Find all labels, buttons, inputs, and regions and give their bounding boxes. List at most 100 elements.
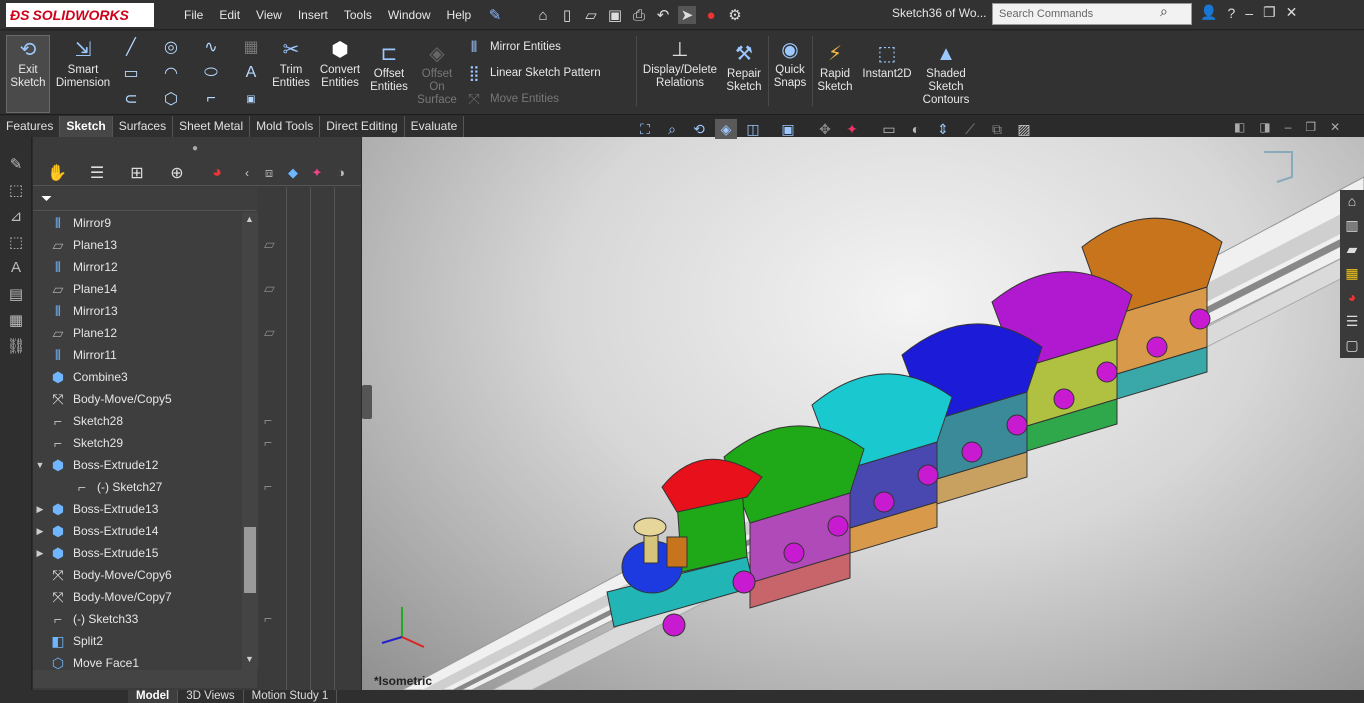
scroll-up-icon[interactable]: ▲ bbox=[245, 214, 254, 224]
section-view-icon[interactable]: ◈ bbox=[715, 119, 737, 139]
search-icon[interactable]: ⌕ bbox=[1160, 3, 1168, 20]
close-icon[interactable]: ✕ bbox=[1286, 4, 1298, 21]
horizontal-scrollbar[interactable] bbox=[33, 670, 257, 688]
forum-icon[interactable]: ▢ bbox=[1340, 334, 1364, 358]
measure-icon[interactable]: ⟋ bbox=[959, 119, 981, 139]
new-document-icon[interactable]: ▯ bbox=[558, 6, 576, 24]
help-icon[interactable]: ? bbox=[1227, 5, 1235, 21]
tab-sheet-metal[interactable]: Sheet Metal bbox=[173, 116, 251, 137]
tree-scrollbar[interactable]: ▲ ▼ bbox=[242, 212, 258, 670]
tab-model[interactable]: Model bbox=[128, 690, 179, 703]
move-icon[interactable]: ⇕ bbox=[932, 119, 954, 139]
custom-properties-icon[interactable]: ☰ bbox=[1340, 310, 1364, 334]
dimxpert-tab-icon[interactable]: ⊕ bbox=[157, 160, 197, 186]
appearances-icon[interactable]: ◕ bbox=[1340, 286, 1364, 310]
tree-item[interactable]: ▼ ⬢ Boss-Extrude12 bbox=[33, 454, 243, 476]
tree-item[interactable]: ⬢ Combine3 bbox=[33, 366, 243, 388]
rapid-sketch-button[interactable]: ⚡ Rapid Sketch bbox=[814, 42, 856, 94]
traffic-light-icon[interactable]: ● bbox=[702, 6, 720, 24]
text-icon[interactable]: A bbox=[240, 63, 262, 83]
collapse-arrow-icon[interactable]: ‹ bbox=[237, 160, 257, 186]
viewport-close-icon[interactable]: ✕ bbox=[1330, 120, 1340, 134]
appearance-icon[interactable]: ✦ bbox=[305, 160, 329, 186]
tree-item[interactable]: ⫴ Mirror13 bbox=[33, 300, 243, 322]
menu-view[interactable]: View bbox=[248, 8, 290, 22]
view-settings-icon[interactable]: ◐ bbox=[905, 119, 927, 139]
panel-handle[interactable]: ● bbox=[192, 143, 198, 154]
tree-item[interactable]: ▱ Plane14 bbox=[33, 278, 243, 300]
tree-item[interactable]: ⌐ Sketch29 bbox=[33, 432, 243, 454]
text-tool-icon[interactable]: A bbox=[0, 255, 32, 281]
tree-item[interactable]: ▶ ⬢ Boss-Extrude14 bbox=[33, 520, 243, 542]
polygon-icon[interactable]: ⬡ bbox=[160, 89, 182, 109]
offset-on-surface-button[interactable]: ◈ Offset On Surface bbox=[414, 42, 460, 107]
convert-entities-button[interactable]: ⬢ Convert Entities bbox=[316, 38, 364, 90]
user-icon[interactable]: 👤 bbox=[1200, 4, 1217, 21]
menu-edit[interactable]: Edit bbox=[211, 8, 248, 22]
grid-icon[interactable]: ▦ bbox=[0, 307, 32, 333]
file-explorer-icon[interactable]: ▰ bbox=[1340, 238, 1364, 262]
tree-item[interactable]: ⌐ Sketch28 bbox=[33, 410, 243, 432]
tab-surfaces[interactable]: Surfaces bbox=[112, 116, 174, 137]
tree-item[interactable]: ⤧ Body-Move/Copy7 bbox=[33, 586, 243, 608]
solidworks-logo[interactable]: ƉS SOLIDWORKS bbox=[6, 3, 154, 27]
tree-item[interactable]: ⤧ Body-Move/Copy5 bbox=[33, 388, 243, 410]
previous-view-icon[interactable]: ⟲ bbox=[688, 119, 710, 139]
repair-sketch-button[interactable]: ⚒ Repair Sketch bbox=[722, 42, 766, 94]
tree-item[interactable]: ⤧ Body-Move/Copy6 bbox=[33, 564, 243, 586]
tab-motion-study[interactable]: Motion Study 1 bbox=[244, 690, 338, 703]
property-manager-tab-icon[interactable]: ☰ bbox=[77, 160, 117, 186]
graphics-area[interactable] bbox=[362, 137, 1364, 690]
spline-icon[interactable]: ∿ bbox=[200, 37, 222, 57]
scroll-down-icon[interactable]: ▼ bbox=[245, 654, 254, 664]
zoom-to-area-icon[interactable]: ⌕ bbox=[661, 119, 683, 139]
menu-insert[interactable]: Insert bbox=[290, 8, 336, 22]
tab-direct-editing[interactable]: Direct Editing bbox=[320, 116, 405, 137]
surface-spline-icon[interactable]: ▦ bbox=[240, 37, 262, 57]
save-icon[interactable]: ▣ bbox=[606, 6, 624, 24]
scene-icon[interactable]: ◑ bbox=[329, 160, 353, 186]
select-icon[interactable]: ➤ bbox=[678, 6, 696, 24]
tree-item[interactable]: ▱ Plane13 bbox=[33, 234, 243, 256]
tree-item[interactable]: ▱ Plane12 bbox=[33, 322, 243, 344]
viewport-restore-icon[interactable]: ❐ bbox=[1305, 120, 1316, 134]
tab-evaluate[interactable]: Evaluate bbox=[404, 116, 465, 137]
display-manager-tab-icon[interactable]: ◕ bbox=[197, 160, 237, 186]
exit-sketch-button[interactable]: ⟲ Exit Sketch bbox=[8, 38, 48, 90]
hide-items-icon[interactable]: ✥ bbox=[814, 119, 836, 139]
fix-icon[interactable]: ⬚ bbox=[0, 229, 32, 255]
tab-3d-views[interactable]: 3D Views bbox=[178, 690, 244, 703]
relations-tool-icon[interactable]: ⊿ bbox=[0, 203, 32, 229]
block-icon[interactable]: ▤ bbox=[0, 281, 32, 307]
hide-show-icon[interactable]: ⧈ bbox=[257, 160, 281, 186]
menu-file[interactable]: File bbox=[176, 8, 211, 22]
tree-filter-bar[interactable]: ⏷ bbox=[33, 187, 257, 211]
tree-item[interactable]: ⫴ Mirror9 bbox=[33, 212, 243, 234]
design-library-icon[interactable]: ▥ bbox=[1340, 214, 1364, 238]
minimize-icon[interactable]: – bbox=[1245, 5, 1253, 21]
dimension-tool-icon[interactable]: ⬚ bbox=[0, 177, 32, 203]
tree-item[interactable]: ⫴ Mirror11 bbox=[33, 344, 243, 366]
scrollbar-thumb[interactable] bbox=[244, 527, 256, 593]
quick-snaps-button[interactable]: ◉ Quick Snaps bbox=[770, 38, 810, 90]
line-icon[interactable]: ╱ bbox=[120, 37, 142, 57]
tile-right-icon[interactable]: ◨ bbox=[1259, 120, 1270, 134]
offset-entities-button[interactable]: ⊏ Offset Entities bbox=[366, 42, 412, 94]
edit-appearance-icon[interactable]: ✦ bbox=[841, 119, 863, 139]
undo-icon[interactable]: ↶ bbox=[654, 6, 672, 24]
slot-icon[interactable]: ⊂ bbox=[120, 89, 142, 109]
tree-item[interactable]: ⫴ Mirror12 bbox=[33, 256, 243, 278]
filter-icon[interactable]: ⏷ bbox=[41, 190, 52, 207]
apply-scene-icon[interactable]: ▭ bbox=[878, 119, 900, 139]
home-icon[interactable]: ⌂ bbox=[534, 6, 552, 24]
zoom-to-fit-icon[interactable]: ⛶ bbox=[634, 119, 656, 139]
point-icon[interactable]: ▣ bbox=[240, 89, 262, 109]
tree-item[interactable]: ⌐ (-) Sketch33 bbox=[33, 608, 243, 630]
view-orientation-icon[interactable]: ◫ bbox=[742, 119, 764, 139]
shaded-sketch-contours-button[interactable]: ▲ Shaded Sketch Contours bbox=[918, 42, 974, 107]
linear-sketch-pattern-button[interactable]: ⣿ Linear Sketch Pattern bbox=[464, 64, 601, 82]
tab-mold-tools[interactable]: Mold Tools bbox=[250, 116, 321, 137]
instant2d-button[interactable]: ⬚ Instant2D bbox=[860, 42, 914, 81]
panel-collapse-button[interactable] bbox=[362, 385, 372, 419]
tree-item[interactable]: ⬡ Move Face1 bbox=[33, 652, 243, 671]
